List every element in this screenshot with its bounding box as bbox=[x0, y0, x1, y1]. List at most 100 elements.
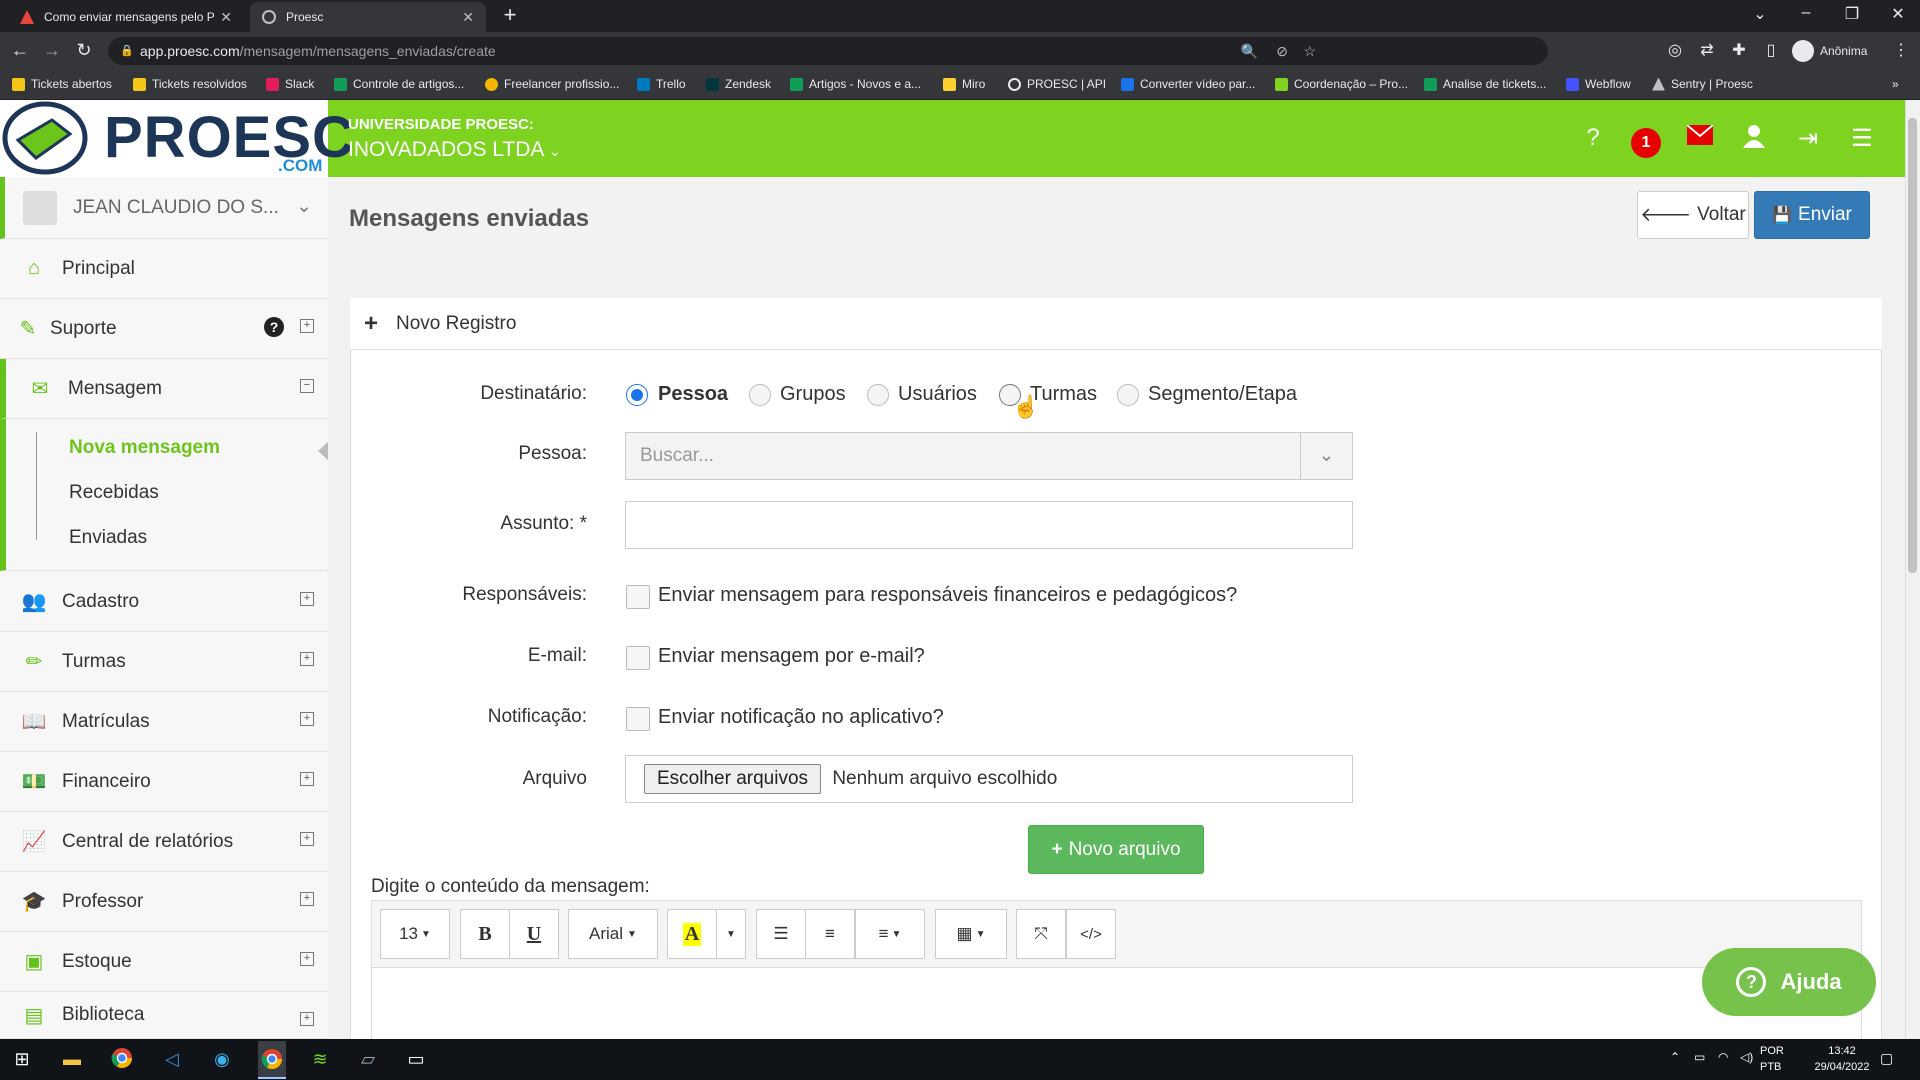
menu-kebab-icon[interactable]: ⋮ bbox=[1890, 40, 1912, 62]
bookmark-item[interactable]: Tickets abertos bbox=[12, 77, 112, 91]
radio-usuarios[interactable] bbox=[867, 384, 889, 406]
table-icon[interactable]: ▦ ▼ bbox=[935, 909, 1007, 959]
help-question-icon[interactable]: ? bbox=[1577, 124, 1609, 152]
person-search-select[interactable]: Buscar... ⌄ bbox=[625, 432, 1353, 480]
close-window-icon[interactable]: ✕ bbox=[1878, 4, 1918, 24]
expand-icon[interactable]: + bbox=[300, 1012, 314, 1026]
send-button[interactable]: 💾 Enviar bbox=[1754, 191, 1870, 239]
expand-icon[interactable]: + bbox=[300, 319, 314, 333]
windows-start-icon[interactable]: ⊞ bbox=[10, 1047, 34, 1071]
sidebar-item-mensagem[interactable]: ✉ Mensagem − bbox=[0, 359, 328, 419]
edge-icon[interactable]: ◉ bbox=[210, 1047, 234, 1071]
bookmark-item[interactable]: Analise de tickets... bbox=[1424, 77, 1546, 91]
translate-icon[interactable]: ⇄ bbox=[1696, 40, 1718, 62]
bookmark-item[interactable]: Zendesk bbox=[706, 77, 771, 91]
sidebar-item-financeiro[interactable]: 💵 Financeiro + bbox=[0, 752, 328, 812]
back-button[interactable]: 🡐 Voltar bbox=[1637, 191, 1749, 239]
radio-pessoa[interactable] bbox=[626, 384, 648, 406]
hamburger-menu-icon[interactable]: ☰ bbox=[1846, 124, 1878, 153]
expand-icon[interactable]: + bbox=[300, 712, 314, 726]
bookmark-item[interactable]: Slack bbox=[266, 77, 314, 91]
company-selector[interactable]: INOVADADOS LTDA ⌄ bbox=[348, 138, 561, 162]
bookmark-star-icon[interactable]: ☆ bbox=[1303, 37, 1316, 65]
new-tab-icon[interactable]: + bbox=[498, 4, 522, 28]
question-circle-icon[interactable]: ? bbox=[264, 317, 284, 337]
browser-tab-guide[interactable]: Como enviar mensagens pelo Pr ✕ bbox=[8, 2, 244, 32]
submenu-enviadas[interactable]: Enviadas bbox=[69, 527, 147, 549]
sidebar-item-principal[interactable]: ⌂ Principal bbox=[0, 239, 328, 299]
bookmark-item[interactable]: Webflow bbox=[1566, 77, 1631, 91]
radio-usuarios-label[interactable]: Usuários bbox=[898, 383, 977, 406]
expand-icon[interactable]: + bbox=[300, 952, 314, 966]
sidebar-item-cadastro[interactable]: 👥 Cadastro + bbox=[0, 572, 328, 632]
font-family-dropdown[interactable]: Arial ▼ bbox=[568, 909, 658, 959]
font-size-dropdown[interactable]: 13 ▼ bbox=[380, 909, 450, 959]
fullscreen-icon[interactable]: ⤧ bbox=[1016, 909, 1066, 959]
radio-segmento-label[interactable]: Segmento/Etapa bbox=[1148, 383, 1297, 406]
sidebar-item-suporte[interactable]: ✎ Suporte ? + bbox=[0, 299, 328, 359]
code-view-button[interactable]: </> bbox=[1066, 909, 1116, 959]
highlight-color-dropdown-icon[interactable]: ▼ bbox=[716, 909, 746, 959]
bold-button[interactable]: B bbox=[460, 909, 510, 959]
scrollbar-thumb[interactable] bbox=[1908, 118, 1917, 573]
bookmark-item[interactable]: Tickets resolvidos bbox=[133, 77, 247, 91]
app-stack-icon[interactable]: ≋ bbox=[308, 1047, 332, 1071]
bookmark-item[interactable]: Freelancer profissio... bbox=[485, 77, 619, 91]
sidebar-item-professor[interactable]: 🎓 Professor + bbox=[0, 872, 328, 932]
expand-icon[interactable]: + bbox=[300, 592, 314, 606]
file-explorer-icon[interactable]: ▬ bbox=[60, 1047, 84, 1071]
notification-text[interactable]: Enviar notificação no aplicativo? bbox=[658, 706, 944, 729]
tab-search-chevron-icon[interactable]: ⌄ bbox=[1740, 4, 1780, 24]
collapse-icon[interactable]: − bbox=[300, 379, 314, 393]
user-icon[interactable] bbox=[1738, 124, 1770, 155]
puzzle-extensions-icon[interactable]: ✚ bbox=[1728, 40, 1750, 62]
browser-tab-proesc[interactable]: Proesc ✕ bbox=[250, 2, 486, 32]
bookmark-item[interactable]: Miro bbox=[943, 77, 985, 91]
tray-chevron-icon[interactable]: ⌃ bbox=[1670, 1050, 1680, 1064]
expand-icon[interactable]: + bbox=[300, 892, 314, 906]
volume-icon[interactable]: ◁) bbox=[1740, 1050, 1753, 1064]
bookmarks-overflow-icon[interactable]: » bbox=[1892, 77, 1899, 91]
chrome-active-icon[interactable] bbox=[258, 1041, 286, 1079]
radio-segmento[interactable] bbox=[1117, 384, 1139, 406]
radio-grupos-label[interactable]: Grupos bbox=[780, 383, 846, 406]
sidebar-item-relatorios[interactable]: 📈 Central de relatórios + bbox=[0, 812, 328, 872]
bookmark-item[interactable]: Controle de artigos... bbox=[334, 77, 464, 91]
bookmark-item[interactable]: PROESC | API bbox=[1008, 77, 1106, 91]
address-bar[interactable]: 🔒 app.proesc.com/mensagem/mensagens_envi… bbox=[108, 37, 1548, 65]
user-profile-menu[interactable]: JEAN CLAUDIO DO S... ⌄ bbox=[0, 177, 328, 239]
clock[interactable]: 13:42 29/04/2022 bbox=[1812, 1043, 1872, 1075]
envelope-icon[interactable] bbox=[1684, 124, 1716, 152]
forward-arrow-icon[interactable]: → bbox=[40, 40, 64, 61]
sidebar-item-biblioteca[interactable]: ▤ Biblioteca + bbox=[0, 992, 328, 1039]
subject-input[interactable] bbox=[625, 501, 1353, 549]
bookmark-item[interactable]: Converter vídeo par... bbox=[1121, 77, 1255, 91]
close-tab-icon[interactable]: ✕ bbox=[462, 9, 474, 26]
submenu-recebidas[interactable]: Recebidas bbox=[69, 482, 159, 504]
battery-icon[interactable]: ▭ bbox=[1694, 1050, 1705, 1064]
restore-icon[interactable]: ❐ bbox=[1832, 4, 1872, 24]
wifi-icon[interactable]: ◠ bbox=[1718, 1050, 1728, 1064]
choose-files-button[interactable]: Escolher arquivos bbox=[644, 764, 822, 794]
remote-desktop-icon[interactable]: ▭ bbox=[404, 1047, 428, 1071]
highlight-color-button[interactable]: A bbox=[667, 909, 717, 959]
sidebar-item-estoque[interactable]: ▣ Estoque + bbox=[0, 932, 328, 992]
bookmark-item[interactable]: Trello bbox=[637, 77, 686, 91]
chevron-down-icon[interactable]: ⌄ bbox=[1300, 433, 1352, 479]
incognito-profile[interactable]: Anônima bbox=[1792, 40, 1867, 62]
extension-icon[interactable]: ◎ bbox=[1664, 40, 1686, 62]
radio-pessoa-label[interactable]: Pessoa bbox=[658, 383, 728, 406]
email-text[interactable]: Enviar mensagem por e-mail? bbox=[658, 645, 925, 668]
file-input[interactable]: Escolher arquivos Nenhum arquivo escolhi… bbox=[625, 755, 1353, 803]
notifications-center-icon[interactable]: ▢ bbox=[1880, 1050, 1893, 1067]
ordered-list-icon[interactable]: ≡ bbox=[805, 909, 855, 959]
paragraph-align-icon[interactable]: ≡ ▼ bbox=[855, 909, 925, 959]
logo[interactable]: PROESC .COM bbox=[0, 100, 354, 177]
language-indicator[interactable]: POR PTB bbox=[1760, 1043, 1784, 1075]
zoom-icon[interactable]: 🔍 bbox=[1241, 37, 1258, 65]
responsibles-text[interactable]: Enviar mensagem para responsáveis financ… bbox=[658, 584, 1237, 607]
reload-icon[interactable]: ↻ bbox=[72, 40, 96, 61]
bookmark-item[interactable]: Artigos - Novos e a... bbox=[790, 77, 921, 91]
submenu-nova-mensagem[interactable]: Nova mensagem bbox=[69, 437, 220, 459]
expand-icon[interactable]: + bbox=[300, 832, 314, 846]
